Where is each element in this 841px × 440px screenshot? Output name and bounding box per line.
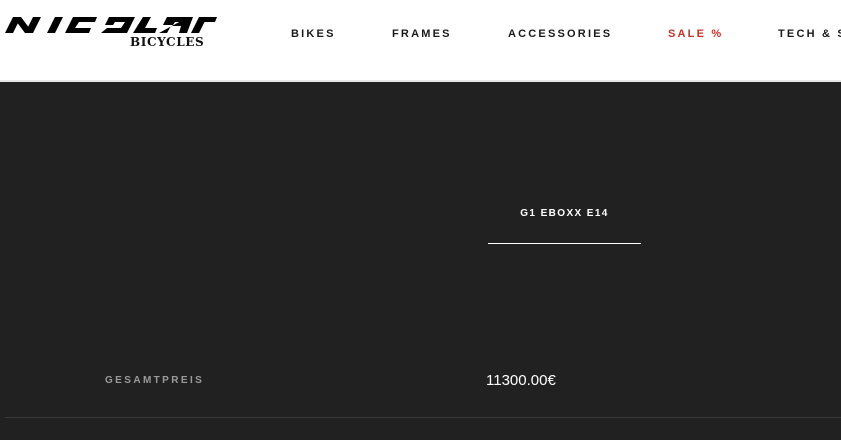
configurator-panel: G1 EBOXX E14 GESAMTPREIS 11300.00€ [0,82,841,440]
nav-item-bikes[interactable]: BIKES [291,28,336,40]
nav-item-sale[interactable]: SALE % [668,28,723,40]
nav-item-frames[interactable]: FRAMES [392,28,452,40]
nav-item-tech-specs[interactable]: TECH & S [778,28,841,40]
divider [5,417,841,418]
product-tab[interactable]: G1 EBOXX E14 [488,208,641,244]
product-tab-label: G1 EBOXX E14 [520,208,609,219]
total-price-label: GESAMTPREIS [105,375,205,386]
nav-item-accessories[interactable]: ACCESSORIES [508,28,612,40]
site-header: BICYCLES BIKES FRAMES ACCESSORIES SALE %… [0,0,841,82]
total-price-value: 11300.00€ [486,372,556,389]
main-nav: BIKES FRAMES ACCESSORIES SALE % TECH & S [0,28,841,42]
